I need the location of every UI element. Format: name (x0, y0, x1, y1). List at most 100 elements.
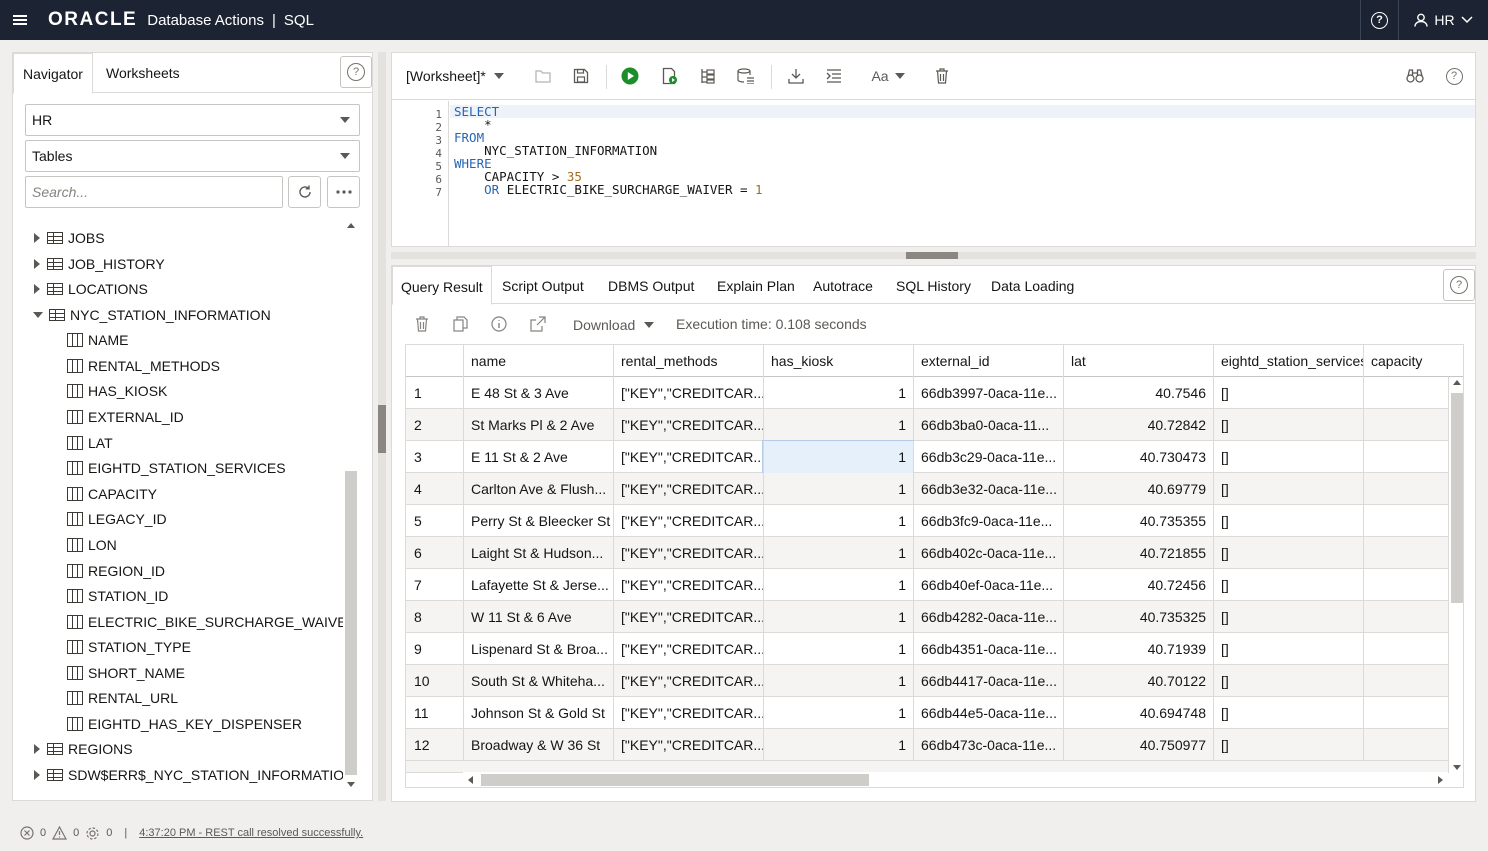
expand-icon[interactable] (34, 284, 40, 294)
run-statement-button[interactable] (619, 65, 641, 87)
grid-cell[interactable]: ["KEY","CREDITCAR... (613, 377, 763, 409)
grid-cell[interactable]: 40.721855 (1063, 537, 1213, 569)
grid-cell[interactable]: 66db402c-0aca-11e... (913, 537, 1063, 569)
grid-cell[interactable] (1363, 729, 1449, 761)
refresh-button[interactable] (288, 176, 321, 208)
table-row[interactable]: 5 Perry St & Bleecker St ["KEY","CREDITCAR… (406, 505, 1448, 537)
grid-cell[interactable]: 66db4417-0aca-11e... (913, 665, 1063, 697)
grid-cell[interactable]: Laight St & Hudson... (463, 537, 613, 569)
autotrace-button[interactable] (735, 65, 757, 87)
grid-cell[interactable]: 1 (763, 377, 913, 409)
grid-cell[interactable]: ["KEY","CREDITCAR... (613, 537, 763, 569)
tree-node-column[interactable]: STATION_TYPE (67, 637, 191, 657)
grid-cell[interactable]: 66db3e32-0aca-11e... (913, 473, 1063, 505)
tab-script-output[interactable]: Script Output (494, 266, 592, 305)
tab-dbms-output[interactable]: DBMS Output (600, 266, 702, 305)
grid-cell[interactable]: 40.71939 (1063, 633, 1213, 665)
table-row[interactable]: 11 Johnson St & Gold St ["KEY","CREDITCAR.… (406, 697, 1448, 729)
format-button[interactable] (823, 65, 845, 87)
find-button[interactable] (1404, 65, 1426, 87)
font-size-menu[interactable]: Aa (868, 65, 908, 87)
grid-cell[interactable]: 1 (763, 729, 913, 761)
grid-cell[interactable]: E 11 St & 2 Ave (463, 441, 613, 473)
grid-cell[interactable] (1363, 505, 1449, 537)
tab-navigator[interactable]: Navigator (13, 53, 93, 94)
grid-cell[interactable]: 66db473c-0aca-11e... (913, 729, 1063, 761)
grid-cell[interactable]: Perry St & Bleecker St (463, 505, 613, 537)
grid-cell[interactable]: 1 (763, 697, 913, 729)
results-help-button[interactable]: ? (1443, 269, 1475, 301)
tab-explain-plan[interactable]: Explain Plan (709, 266, 803, 305)
table-row[interactable]: 7 Lafayette St & Jerse... ["KEY","CREDITCA… (406, 569, 1448, 601)
editor-help-button[interactable]: ? (1443, 65, 1465, 87)
table-row[interactable]: 9 Lispenard St & Broa... ["KEY","CREDITCAR… (406, 633, 1448, 665)
schema-select[interactable]: HR (25, 104, 360, 136)
grid-cell[interactable]: 1 (763, 409, 913, 441)
grid-cell[interactable]: 1 (762, 440, 914, 474)
table-row[interactable]: 3 E 11 St & 2 Ave ["KEY","CREDITCAR... 1 66d… (406, 440, 1448, 474)
run-script-button[interactable] (659, 65, 681, 87)
tab-query-result[interactable]: Query Result (392, 266, 492, 305)
grid-cell[interactable]: [] (1213, 569, 1363, 601)
tree-node-column[interactable]: RENTAL_URL (67, 688, 178, 708)
tree-node-table[interactable]: SDW$ERR$_NYC_STATION_INFORMATION (34, 765, 343, 785)
table-row[interactable]: 8 W 11 St & 6 Ave ["KEY","CREDITCAR... 1 66d… (406, 601, 1448, 633)
grid-cell[interactable]: E 48 St & 3 Ave (463, 377, 613, 409)
grid-cell[interactable]: 40.735325 (1063, 601, 1213, 633)
tree-node-column[interactable]: ELECTRIC_BIKE_SURCHARGE_WAIVER (67, 612, 343, 632)
grid-cell[interactable] (1363, 633, 1449, 665)
grid-cell[interactable]: 66db3ba0-0aca-11... (913, 409, 1063, 441)
expand-icon[interactable] (34, 770, 40, 780)
download-button[interactable] (785, 65, 807, 87)
grid-cell[interactable]: 66db4351-0aca-11e... (913, 633, 1063, 665)
tree-node-column[interactable]: LEGACY_ID (67, 509, 167, 529)
grid-cell[interactable]: [] (1213, 505, 1363, 537)
grid-cell[interactable]: ["KEY","CREDITCAR... (613, 473, 763, 505)
grid-cell[interactable]: ["KEY","CREDITCAR... (613, 409, 763, 441)
copy-button[interactable] (453, 316, 468, 336)
grid-cell[interactable]: ["KEY","CREDITCAR... (613, 505, 763, 537)
table-row[interactable]: 2 St Marks Pl & 2 Ave ["KEY","CREDITCAR...… (406, 409, 1448, 441)
grid-cell[interactable]: 1 (763, 505, 913, 537)
column-header[interactable]: lat (1063, 345, 1213, 377)
grid-cell[interactable]: 40.750977 (1063, 729, 1213, 761)
grid-cell[interactable]: Johnson St & Gold St (463, 697, 613, 729)
tree-node-table[interactable]: JOB_HISTORY (34, 254, 165, 274)
save-button[interactable] (570, 65, 592, 87)
grid-cell[interactable]: 66db44e5-0aca-11e... (913, 697, 1063, 729)
grid-cell[interactable]: W 11 St & 6 Ave (463, 601, 613, 633)
grid-cell[interactable]: ["KEY","CREDITCAR... (613, 665, 763, 697)
tab-autotrace[interactable]: Autotrace (805, 266, 881, 305)
grid-cell[interactable]: [] (1213, 697, 1363, 729)
grid-cell[interactable]: St Marks Pl & 2 Ave (463, 409, 613, 441)
tree-node-table[interactable]: NYC_STATION_INFORMATION (33, 305, 271, 325)
column-header[interactable]: capacity (1363, 345, 1463, 377)
column-header[interactable]: external_id (913, 345, 1063, 377)
grid-cell[interactable]: ["KEY","CREDITCAR... (613, 633, 763, 665)
expand-icon[interactable] (34, 259, 40, 269)
grid-cell[interactable]: [] (1213, 377, 1363, 409)
grid-cell[interactable]: Carlton Ave & Flush... (463, 473, 613, 505)
grid-cell[interactable]: 66db3997-0aca-11e... (913, 377, 1063, 409)
column-header[interactable]: has_kiosk (763, 345, 913, 377)
column-header[interactable]: name (463, 345, 613, 377)
grid-cell[interactable]: 40.735355 (1063, 505, 1213, 537)
user-menu[interactable]: HR (1398, 0, 1488, 40)
splitter-grip[interactable] (378, 405, 386, 453)
tree-node-column[interactable]: NAME (67, 330, 128, 350)
scrollbar-thumb[interactable] (481, 774, 869, 786)
grid-cell[interactable] (1363, 697, 1449, 729)
grid-cell[interactable]: South St & Whiteha... (463, 665, 613, 697)
column-header[interactable]: rental_methods (613, 345, 763, 377)
table-row[interactable]: 6 Laight St & Hudson... ["KEY","CREDITCAR.… (406, 537, 1448, 569)
grid-cell[interactable]: 1 (763, 601, 913, 633)
hamburger-icon[interactable] (0, 0, 40, 40)
grid-cell[interactable]: 40.70122 (1063, 665, 1213, 697)
grid-cell[interactable] (1363, 569, 1449, 601)
grid-cell[interactable]: [] (1213, 473, 1363, 505)
grid-cell[interactable]: [] (1213, 601, 1363, 633)
tree-node-column[interactable]: CAPACITY (67, 484, 157, 504)
grid-cell[interactable]: 40.730473 (1063, 441, 1213, 473)
horizontal-splitter[interactable] (391, 252, 1476, 259)
open-external-button[interactable] (530, 316, 546, 336)
